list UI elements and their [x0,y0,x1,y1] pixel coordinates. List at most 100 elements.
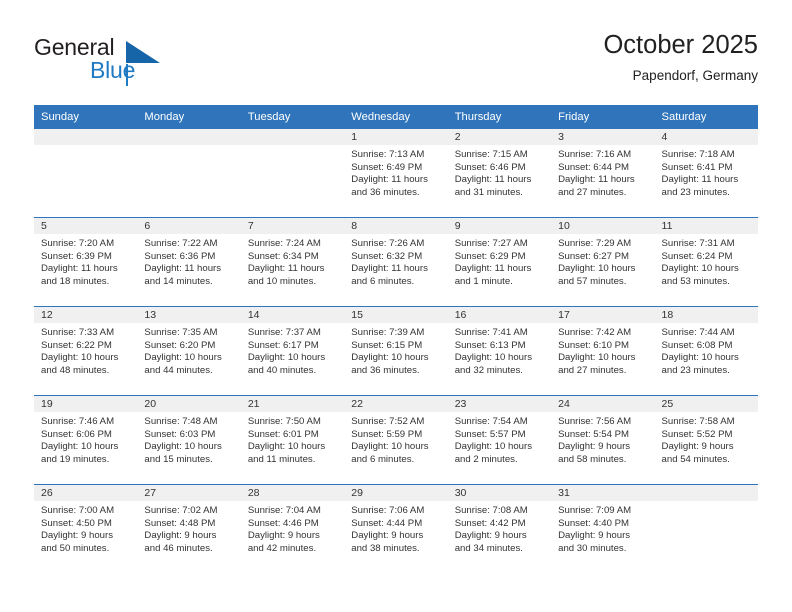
sunrise-sunset-calendar-table: Sunday Monday Tuesday Wednesday Thursday Frid… [34,105,758,573]
daylight-duration-line-2: and 36 minutes. [351,186,420,198]
sunset-time: Sunset: 6:32 PM [351,250,423,262]
calendar-day-cell[interactable]: 13 Sunrise: 7:35 AM Sunset: 6:20 PM Dayligh… [137,307,241,395]
calendar-day-cell[interactable]: 17 Sunrise: 7:42 AM Sunset: 6:10 PM Dayligh… [551,307,655,395]
sunset-time: Sunset: 6:01 PM [247,428,319,440]
calendar-day-cell[interactable]: 12 Sunrise: 7:33 AM Sunset: 6:22 PM Dayligh… [34,307,138,395]
day-detail-block: Sunrise: 7:06 AM Sunset: 4:44 PM Daylight:… [344,501,447,555]
calendar-day-cell[interactable]: 31 Sunrise: 7:09 AM Sunset: 4:40 PM Dayligh… [551,485,655,573]
sunset-time: Sunset: 6:22 PM [41,339,112,351]
calendar-day-cell[interactable]: 19 Sunrise: 7:46 AM Sunset: 6:06 PM Dayligh… [34,396,138,484]
day-detail-block: Sunrise: 7:16 AM Sunset: 6:44 PM Daylight:… [551,145,654,199]
sunrise-time: Sunrise: 7:04 AM [247,505,321,516]
calendar-day-cell[interactable]: 4 Sunrise: 7:18 AM Sunset: 6:41 PM Daylight… [654,129,758,217]
sunrise-time: Sunrise: 7:31 AM [661,238,735,249]
day-number: 10 [551,218,655,234]
day-number: 23 [447,396,552,412]
calendar-day-cell[interactable]: 20 Sunrise: 7:48 AM Sunset: 6:03 PM Dayligh… [137,396,241,484]
calendar-day-cell[interactable]: 10 Sunrise: 7:29 AM Sunset: 6:27 PM Dayligh… [551,218,655,306]
calendar-day-cell[interactable]: 2 Sunrise: 7:15 AM Sunset: 6:46 PM Daylight… [447,129,552,217]
daylight-duration-line-1: Daylight: 10 hours [558,263,636,275]
calendar-cell-container: 3 Sunrise: 7:16 AM Sunset: 6:44 PM Daylight… [551,129,655,218]
general-blue-logo[interactable]: General Blue [34,34,264,94]
calendar-day-cell[interactable]: 22 Sunrise: 7:52 AM Sunset: 5:59 PM Dayligh… [344,396,448,484]
sunrise-time: Sunrise: 7:02 AM [144,505,218,516]
day-number: 31 [551,485,655,501]
day-detail-block: Sunrise: 7:29 AM Sunset: 6:27 PM Daylight:… [551,234,654,288]
sunrise-time: Sunrise: 7:41 AM [454,327,528,338]
calendar-cell-container: 22 Sunrise: 7:52 AM Sunset: 5:59 PM Dayligh… [344,395,448,485]
calendar-day-cell-empty [654,485,758,573]
daylight-duration-line-2: and 44 minutes. [144,364,213,376]
daylight-duration-line-2: and 23 minutes. [661,364,730,376]
sunrise-time: Sunrise: 7:29 AM [558,238,632,249]
calendar-cell-container: 25 Sunrise: 7:58 AM Sunset: 5:52 PM Dayligh… [654,395,758,485]
daylight-duration-line-2: and 23 minutes. [661,186,730,198]
calendar-day-cell[interactable]: 5 Sunrise: 7:20 AM Sunset: 6:39 PM Daylight… [34,218,138,306]
sunset-time: Sunset: 4:44 PM [351,517,423,529]
day-detail-block: Sunrise: 7:48 AM Sunset: 6:03 PM Daylight:… [137,412,240,466]
calendar-day-cell[interactable]: 24 Sunrise: 7:56 AM Sunset: 5:54 PM Dayligh… [551,396,655,484]
daylight-duration-line-1: Daylight: 10 hours [144,352,222,364]
day-number [654,485,758,501]
calendar-day-cell[interactable]: 23 Sunrise: 7:54 AM Sunset: 5:57 PM Dayligh… [447,396,552,484]
sunset-time: Sunset: 6:13 PM [454,339,526,351]
calendar-day-cell[interactable]: 29 Sunrise: 7:06 AM Sunset: 4:44 PM Dayligh… [344,485,448,573]
day-number: 22 [344,396,448,412]
calendar-day-cell[interactable]: 11 Sunrise: 7:31 AM Sunset: 6:24 PM Dayligh… [654,218,758,306]
calendar-cell-container [137,129,241,218]
day-detail-block: Sunrise: 7:37 AM Sunset: 6:17 PM Daylight:… [241,323,344,377]
calendar-day-cell[interactable]: 30 Sunrise: 7:08 AM Sunset: 4:42 PM Dayligh… [447,485,552,573]
day-number: 28 [240,485,345,501]
calendar-day-cell[interactable]: 1 Sunrise: 7:13 AM Sunset: 6:49 PM Daylight… [344,129,448,217]
calendar-day-cell[interactable]: 16 Sunrise: 7:41 AM Sunset: 6:13 PM Dayligh… [447,307,552,395]
day-number: 13 [137,307,241,323]
sunrise-time: Sunrise: 7:24 AM [247,238,321,249]
sunrise-time: Sunrise: 7:16 AM [558,149,632,160]
page-title: October 2025 [603,31,758,59]
calendar-day-cell[interactable]: 3 Sunrise: 7:16 AM Sunset: 6:44 PM Daylight… [551,129,655,217]
sunset-time: Sunset: 4:48 PM [144,517,216,529]
calendar-day-cell[interactable]: 21 Sunrise: 7:50 AM Sunset: 6:01 PM Dayligh… [240,396,345,484]
calendar-cell-container [34,129,138,218]
calendar-cell-container: 27 Sunrise: 7:02 AM Sunset: 4:48 PM Dayligh… [137,484,241,573]
day-detail-block: Sunrise: 7:15 AM Sunset: 6:46 PM Daylight:… [448,145,551,199]
sunset-time: Sunset: 6:08 PM [661,339,733,351]
sunrise-time: Sunrise: 7:37 AM [247,327,321,338]
calendar-day-cell[interactable]: 6 Sunrise: 7:22 AM Sunset: 6:36 PM Daylight… [137,218,241,306]
calendar-day-cell[interactable]: 28 Sunrise: 7:04 AM Sunset: 4:46 PM Dayligh… [240,485,345,573]
daylight-duration-line-2: and 50 minutes. [41,542,110,554]
day-detail-block: Sunrise: 7:00 AM Sunset: 4:50 PM Daylight:… [34,501,137,555]
calendar-day-cell[interactable]: 25 Sunrise: 7:58 AM Sunset: 5:52 PM Dayligh… [654,396,758,484]
daylight-duration-line-2: and 14 minutes. [144,275,213,287]
daylight-duration-line-1: Daylight: 10 hours [41,352,119,364]
calendar-day-cell[interactable]: 26 Sunrise: 7:00 AM Sunset: 4:50 PM Dayligh… [34,485,138,573]
day-detail-block: Sunrise: 7:39 AM Sunset: 6:15 PM Daylight:… [344,323,447,377]
daylight-duration-line-1: Daylight: 10 hours [661,352,739,364]
sunrise-time: Sunrise: 7:18 AM [661,149,735,160]
calendar-day-cell[interactable]: 14 Sunrise: 7:37 AM Sunset: 6:17 PM Dayligh… [240,307,345,395]
calendar-day-cell[interactable]: 9 Sunrise: 7:27 AM Sunset: 6:29 PM Daylight… [447,218,552,306]
daylight-duration-line-1: Daylight: 9 hours [144,530,217,542]
calendar-day-cell[interactable]: 8 Sunrise: 7:26 AM Sunset: 6:32 PM Daylight… [344,218,448,306]
page-header: General Blue October 2025 Papendorf, Ger… [34,30,758,98]
day-number: 14 [240,307,345,323]
daylight-duration-line-2: and 57 minutes. [558,275,627,287]
sunrise-time: Sunrise: 7:39 AM [351,327,425,338]
calendar-day-cell[interactable]: 27 Sunrise: 7:02 AM Sunset: 4:48 PM Dayligh… [137,485,241,573]
sunset-time: Sunset: 6:20 PM [144,339,216,351]
sunrise-time: Sunrise: 7:50 AM [247,416,321,427]
weekday-header-saturday: Saturday [654,105,758,129]
day-number: 11 [654,218,758,234]
calendar-day-cell[interactable]: 18 Sunrise: 7:44 AM Sunset: 6:08 PM Dayligh… [654,307,758,395]
calendar-cell-container: 14 Sunrise: 7:37 AM Sunset: 6:17 PM Dayligh… [240,306,345,396]
day-detail-block: Sunrise: 7:42 AM Sunset: 6:10 PM Daylight:… [551,323,654,377]
daylight-duration-line-1: Daylight: 10 hours [454,441,533,453]
calendar-cell-container: 30 Sunrise: 7:08 AM Sunset: 4:42 PM Dayligh… [447,484,552,573]
daylight-duration-line-2: and 30 minutes. [558,542,627,554]
sunset-time: Sunset: 5:59 PM [351,428,423,440]
calendar-day-cell[interactable]: 7 Sunrise: 7:24 AM Sunset: 6:34 PM Daylight… [240,218,345,306]
daylight-duration-line-2: and 15 minutes. [144,453,213,465]
day-number: 18 [654,307,758,323]
daylight-duration-line-2: and 34 minutes. [454,542,523,554]
calendar-day-cell[interactable]: 15 Sunrise: 7:39 AM Sunset: 6:15 PM Dayligh… [344,307,448,395]
